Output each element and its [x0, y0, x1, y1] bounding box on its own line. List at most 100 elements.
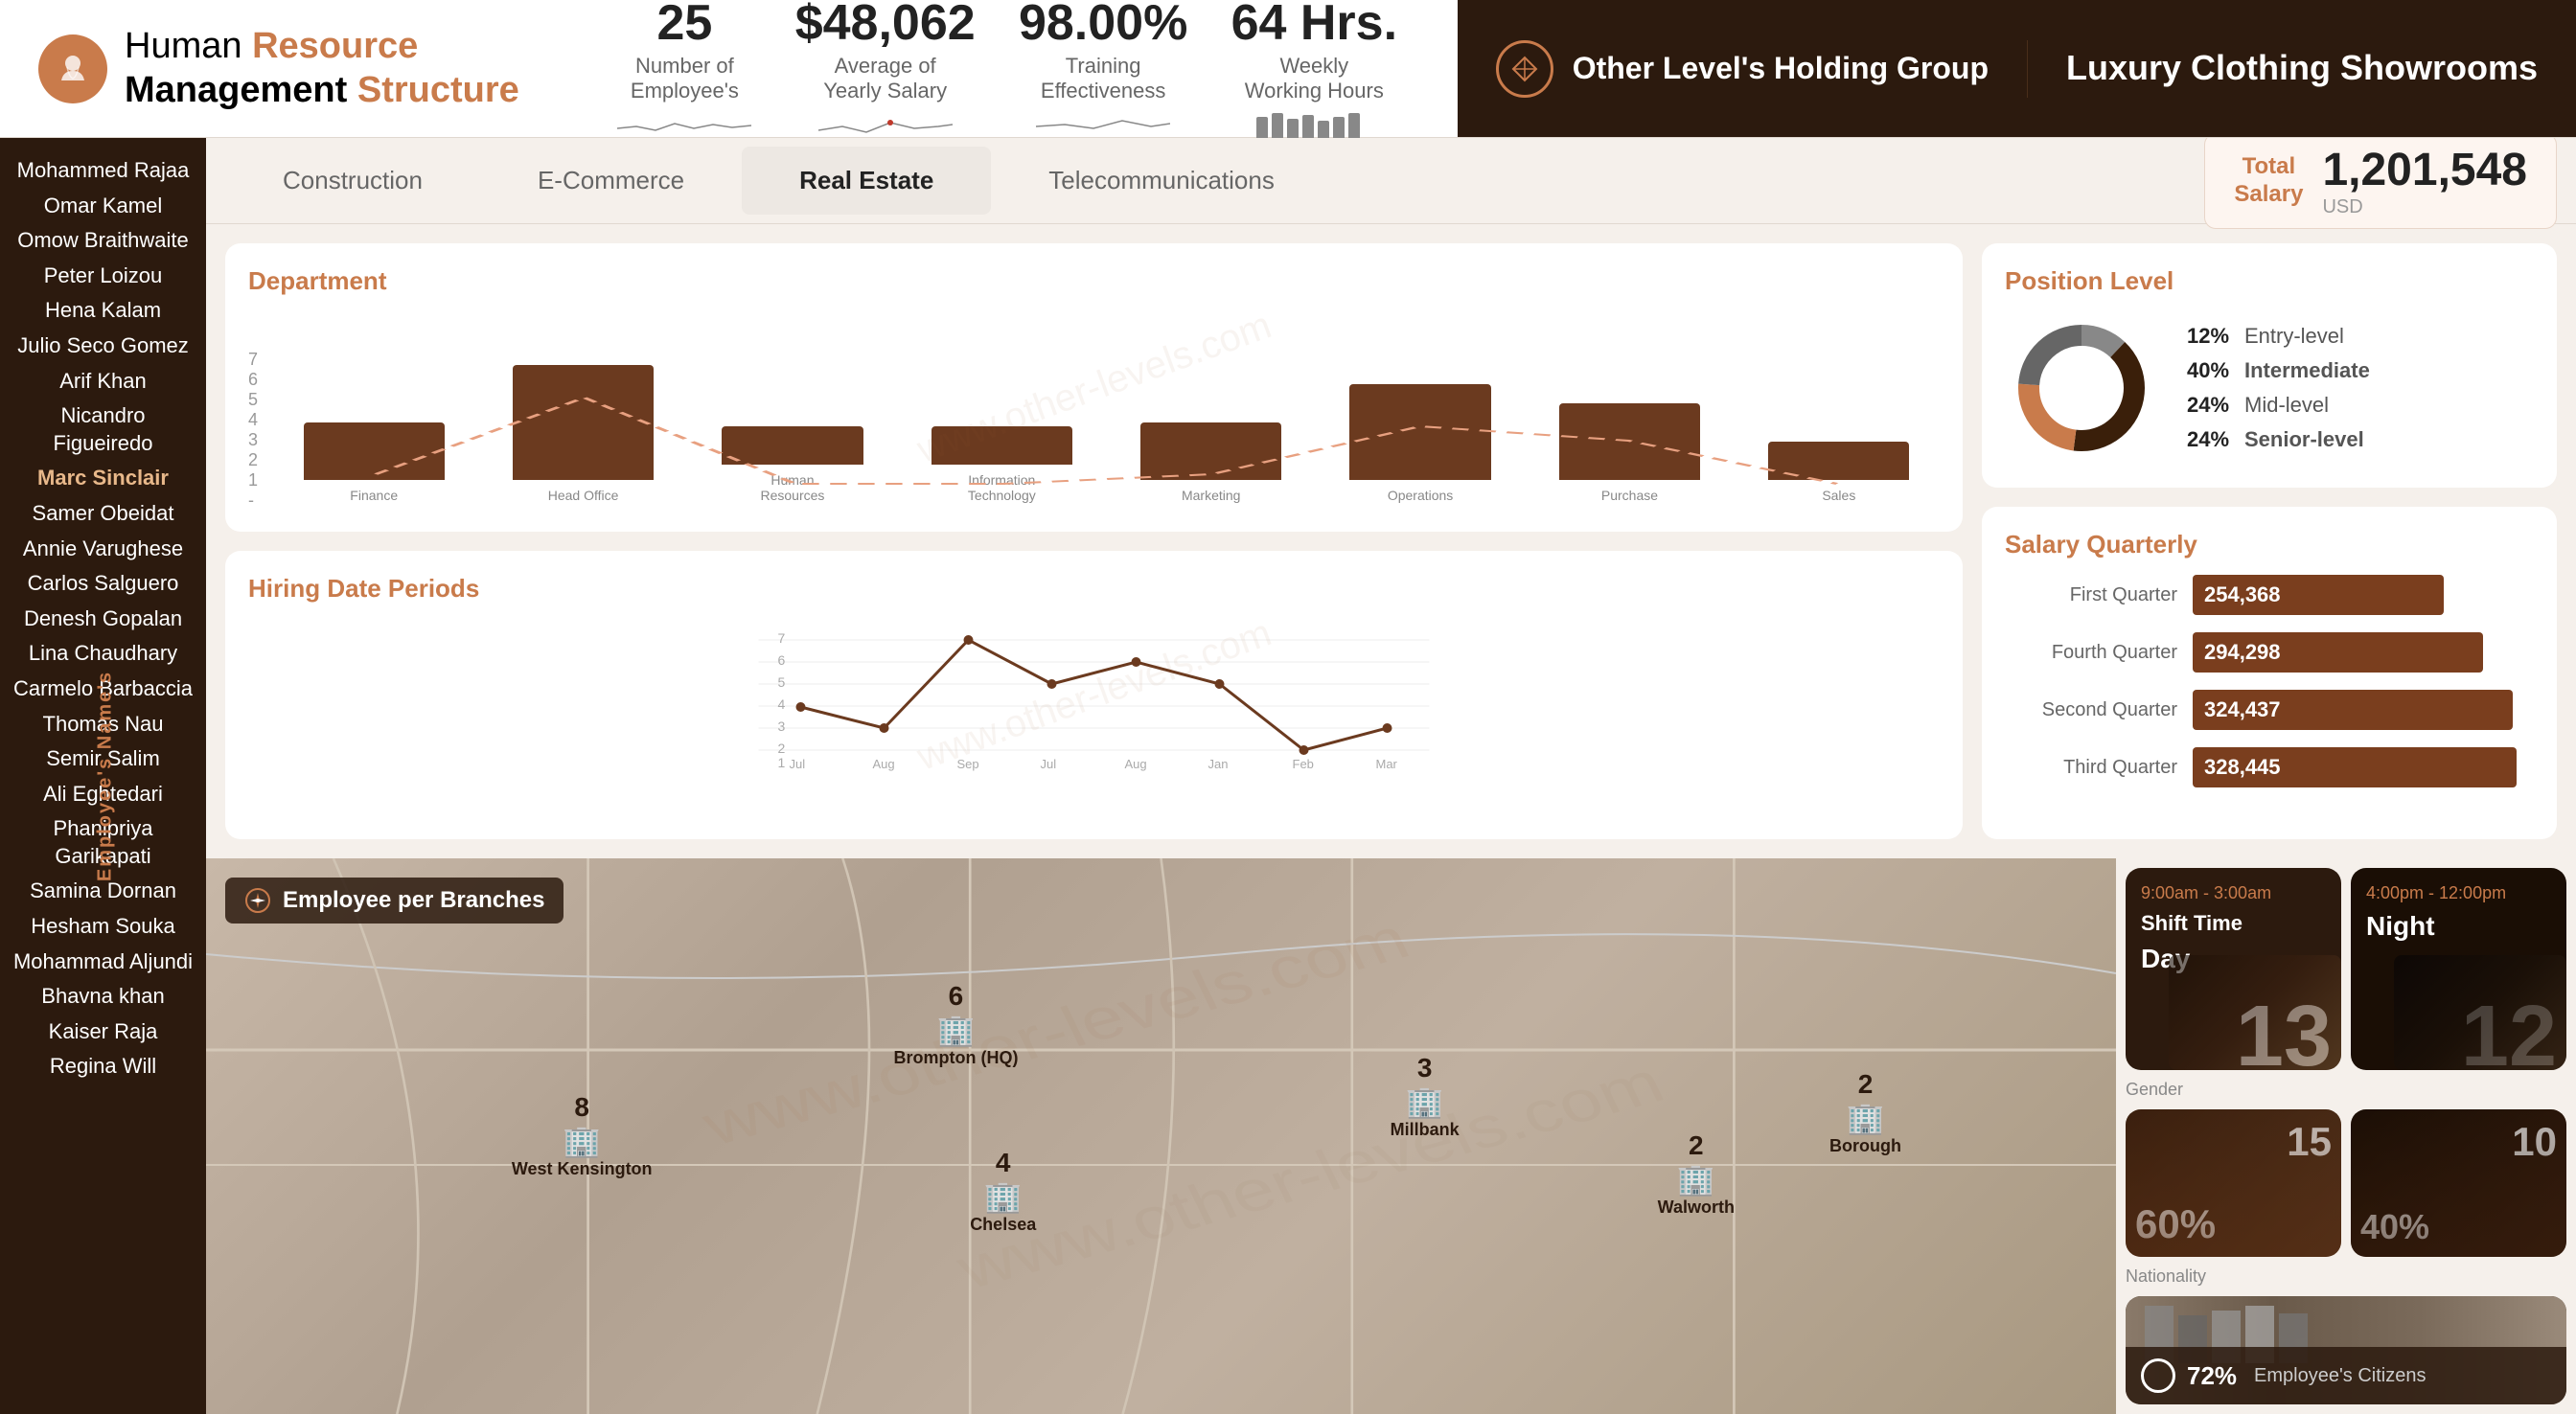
stat-training-chart: [1036, 109, 1170, 140]
shift-time-label: Shift Time: [2141, 911, 2326, 936]
sidebar-name-22[interactable]: Bhavna khan: [41, 983, 164, 1011]
sidebar-name-9[interactable]: Samer Obeidat: [33, 500, 174, 528]
svg-text:www.other-levels.com: www.other-levels.com: [945, 1049, 1673, 1301]
svg-text:5: 5: [778, 674, 786, 690]
dept-bar-label-0: Finance: [350, 488, 398, 503]
position-title: Position Level: [2005, 266, 2534, 296]
branch-brompton[interactable]: 6 🏢 Brompton (HQ): [893, 981, 1018, 1068]
branch-borough[interactable]: 2 🏢 Borough: [1829, 1069, 1901, 1156]
svg-text:www.other-levels.com: www.other-levels.com: [691, 905, 1419, 1157]
nationality-circle: [2141, 1358, 2175, 1393]
stat-salary: $48,062 Average ofYearly Salary: [795, 0, 976, 140]
svg-text:Jul: Jul: [790, 757, 806, 771]
sidebar-name-11[interactable]: Carlos Salguero: [28, 570, 179, 598]
department-chart: Department 7 6 5 4 3 2 1 -: [225, 243, 1963, 532]
gender-section-label: Gender: [2116, 1080, 2576, 1100]
dept-bar-1: Head Office: [482, 361, 683, 503]
main-content: Employee's Name's Mohammed RajaaOmar Kam…: [0, 138, 2576, 1414]
sidebar-name-1[interactable]: Omar Kamel: [44, 193, 162, 220]
tab-telecom[interactable]: Telecommunications: [991, 147, 1332, 215]
sidebar-name-8[interactable]: Marc Sinclair: [37, 465, 169, 492]
gender-cards: 60% 15 40% 10: [2116, 1109, 2576, 1266]
svg-text:Jan: Jan: [1208, 757, 1229, 771]
salary-bar-label-1: Fourth Quarter: [2005, 642, 2177, 664]
branch-chelsea[interactable]: 4 🏢 Chelsea: [970, 1148, 1036, 1235]
sidebar-name-12[interactable]: Denesh Gopalan: [24, 605, 182, 633]
legend-senior: 24% Senior-level: [2187, 427, 2370, 452]
sidebar-name-20[interactable]: Hesham Souka: [31, 913, 174, 941]
sidebar-name-7[interactable]: Nicandro Figueiredo: [10, 402, 196, 457]
sidebar-name-13[interactable]: Lina Chaudhary: [29, 640, 177, 668]
bar-y-axis: 7 6 5 4 3 2 1 -: [248, 350, 258, 503]
sidebar-name-6[interactable]: Arif Khan: [59, 368, 147, 396]
sidebar-name-5[interactable]: Julio Seco Gomez: [17, 332, 189, 360]
salary-bar-row-3: Third Quarter328,445: [2005, 747, 2534, 787]
gender-female-card: 40% 10: [2351, 1109, 2566, 1257]
salary-bar-row-0: First Quarter254,368: [2005, 575, 2534, 615]
dept-bar-4: Marketing: [1111, 419, 1312, 503]
total-salary-label: TotalSalary: [2234, 153, 2303, 209]
branch-walworth[interactable]: 2 🏢 Walworth: [1658, 1130, 1735, 1218]
dept-bar-label-3: Information Technology: [968, 472, 1036, 503]
logo-management: Management: [125, 70, 347, 110]
svg-text:7: 7: [778, 630, 786, 646]
svg-text:Aug: Aug: [1125, 757, 1147, 771]
salary-bar-label-3: Third Quarter: [2005, 757, 2177, 779]
salary-quarterly-card: Salary Quarterly First Quarter254,368 Fou…: [1982, 507, 2557, 839]
sidebar-name-23[interactable]: Kaiser Raja: [49, 1018, 158, 1046]
donut-area: 12% Entry-level 40% Intermediate 24% Mid…: [2005, 311, 2534, 465]
salary-bar-fill-2: 324,437: [2193, 690, 2513, 730]
logo-resource: Resource: [252, 26, 418, 66]
sidebar-names: Mohammed Rajaa Omar Kamel Omow Braithwaite…: [0, 157, 206, 1081]
svg-text:Aug: Aug: [873, 757, 895, 771]
dept-bar-3: Information Technology: [901, 422, 1102, 503]
stat-hours-label: WeeklyWorking Hours: [1245, 54, 1384, 103]
svg-text:Sep: Sep: [957, 757, 979, 771]
stat-employees-value: 25: [656, 0, 712, 48]
dept-bar-label-4: Marketing: [1182, 488, 1240, 503]
salary-bars: First Quarter254,368 Fourth Quarter 294,29…: [2005, 575, 2534, 787]
shift-cards: 9:00am - 3:00am Shift Time Day 13 4:00pm…: [2116, 858, 2576, 1080]
branch-west-kensington[interactable]: 8 🏢 West Kensington: [512, 1092, 653, 1179]
stat-hours-value: 64 Hrs.: [1231, 0, 1397, 48]
position-card: Position Level: [1982, 243, 2557, 488]
svg-text:4: 4: [778, 696, 786, 712]
sidebar-name-2[interactable]: Omow Braithwaite: [17, 227, 189, 255]
tab-ecommerce[interactable]: E-Commerce: [480, 147, 742, 215]
svg-text:3: 3: [778, 718, 786, 734]
branch-millbank[interactable]: 3 🏢 Millbank: [1391, 1053, 1460, 1140]
sidebar-name-0[interactable]: Mohammed Rajaa: [17, 157, 190, 185]
building-icon-3: 🏢: [984, 1178, 1023, 1215]
right-charts: Position Level: [1982, 243, 2557, 839]
building-icon-6: 🏢: [1847, 1100, 1885, 1136]
salary-bar-label-0: First Quarter: [2005, 584, 2177, 606]
sidebar-name-3[interactable]: Peter Loizou: [44, 262, 163, 290]
brand-logo: Other Level's Holding Group: [1458, 40, 2028, 98]
stat-training-label: TrainingEffectiveness: [1041, 54, 1165, 103]
tab-construction[interactable]: Construction: [225, 147, 480, 215]
logo-human: Human: [125, 26, 242, 66]
sidebar-name-21[interactable]: Mohammad Aljundi: [13, 948, 193, 976]
sidebar-name-24[interactable]: Regina Will: [50, 1053, 156, 1081]
shift-day-card: 9:00am - 3:00am Shift Time Day 13: [2126, 868, 2341, 1070]
dept-bar-fill-6: [1559, 403, 1700, 480]
hiring-line-area: 7 6 5 4 3 2 1 Jul Aug Sep: [248, 619, 1940, 810]
tab-bar: Construction E-Commerce Real Estate Tele…: [206, 138, 2576, 224]
dept-bar-6: Purchase: [1529, 399, 1730, 503]
nationality-section-label: Nationality: [2116, 1266, 2576, 1296]
shift-night-time: 4:00pm - 12:00pm: [2366, 883, 2551, 903]
tab-realestate[interactable]: Real Estate: [742, 147, 991, 215]
sidebar-name-4[interactable]: Hena Kalam: [45, 297, 161, 325]
sidebar-name-19[interactable]: Samina Dornan: [30, 878, 176, 905]
logo-structure: Structure: [357, 70, 519, 110]
sidebar-name-10[interactable]: Annie Varughese: [23, 536, 183, 563]
salary-bar-label-2: Second Quarter: [2005, 699, 2177, 721]
salary-quarterly-title: Salary Quarterly: [2005, 530, 2534, 559]
map-label-text: Employee per Branches: [283, 887, 544, 914]
dept-bar-fill-5: [1349, 384, 1490, 480]
donut-chart: [2005, 311, 2158, 465]
map-compass-icon: [244, 887, 271, 914]
salary-bar-fill-1: 294,298: [2193, 632, 2483, 673]
stat-hours-chart: [1256, 109, 1371, 140]
svg-text:2: 2: [778, 741, 786, 756]
